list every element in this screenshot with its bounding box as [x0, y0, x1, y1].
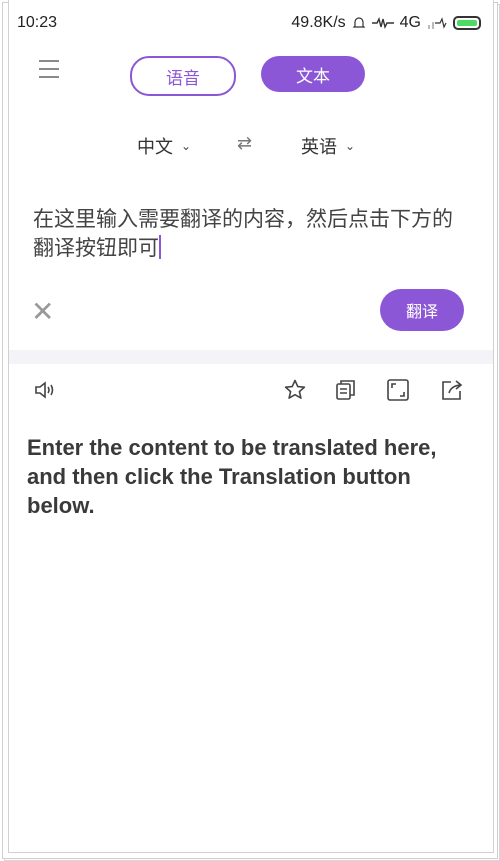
chevron-down-icon: ⌄ [181, 139, 192, 153]
text-cursor [159, 235, 161, 259]
fullscreen-icon[interactable] [386, 378, 410, 402]
status-right: 49.8K/s 4G [291, 14, 481, 32]
source-text-input[interactable]: 在这里输入需要翻译的内容，然后点击下方的翻译按钮即可 [33, 205, 469, 263]
source-language-selector[interactable]: 中文 ⌄ [137, 133, 191, 159]
tab-voice[interactable]: 语音 [130, 56, 236, 96]
source-language-label: 中文 [137, 137, 173, 158]
source-text-value: 在这里输入需要翻译的内容，然后点击下方的翻译按钮即可 [33, 207, 453, 260]
speaker-icon[interactable] [33, 378, 57, 402]
clear-icon[interactable]: ✕ [31, 295, 54, 328]
chevron-down-icon: ⌄ [345, 139, 356, 153]
network-speed: 49.8K/s [291, 14, 346, 31]
hamburger-menu-icon[interactable] [39, 60, 59, 84]
status-bar: 10:23 49.8K/s 4G [9, 0, 493, 48]
star-icon[interactable] [283, 378, 307, 402]
target-language-label: 英语 [301, 137, 337, 158]
target-language-selector[interactable]: 英语 ⌄ [301, 133, 355, 159]
network-type: 4G [399, 14, 421, 31]
signal-wave-icon [371, 17, 394, 29]
bell-icon [352, 17, 366, 28]
section-divider [9, 350, 493, 364]
swap-languages-icon[interactable]: ⇄ [237, 133, 252, 154]
copy-icon[interactable] [334, 378, 358, 402]
share-icon[interactable] [440, 378, 464, 402]
tab-text[interactable]: 文本 [261, 56, 365, 92]
battery-icon [453, 16, 481, 30]
signal-strength-icon [428, 17, 447, 29]
translate-button[interactable]: 翻译 [380, 289, 464, 331]
phone-screen: 10:23 49.8K/s 4G 语音 文本 中文 ⌄ ⇄ 英语 ⌄ 在这里输入… [8, 0, 494, 853]
translation-result: Enter the content to be translated here,… [27, 435, 437, 518]
status-time: 10:23 [17, 14, 58, 31]
